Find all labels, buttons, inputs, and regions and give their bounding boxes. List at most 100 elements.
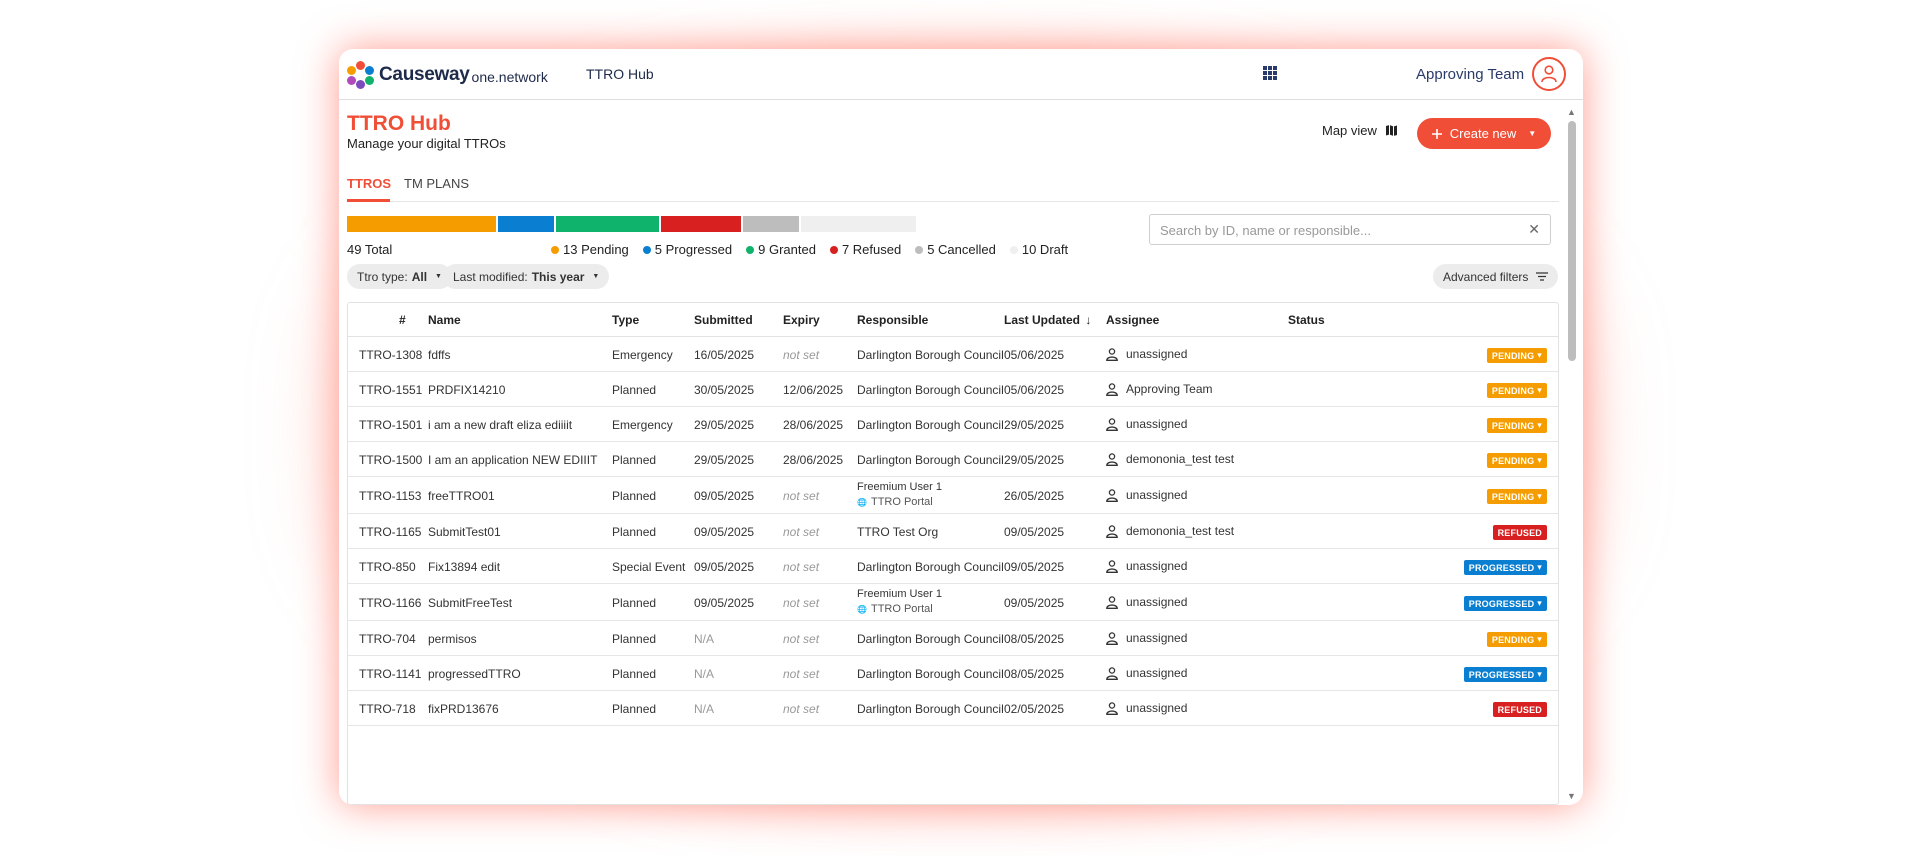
status-bar-segment[interactable] [556, 216, 659, 232]
cell-responsible: Darlington Borough Council [857, 383, 1004, 397]
assignee-name: demononia_test test [1126, 524, 1235, 538]
status-badge[interactable]: PENDING ▾ [1486, 489, 1547, 504]
column-header-status[interactable]: Status [1288, 313, 1325, 327]
column-header-id[interactable]: # [399, 313, 406, 327]
status-bar-segment[interactable] [661, 216, 741, 232]
cell-assignee[interactable]: unassigned [1106, 488, 1187, 503]
cell-submitted: 16/05/2025 [694, 348, 755, 362]
column-header-last-updated[interactable]: Last Updated ↓ [1004, 313, 1091, 327]
cell-id: TTRO-1551 [359, 383, 423, 397]
scroll-down-icon[interactable]: ▼ [1567, 791, 1576, 801]
legend-cancelled[interactable]: 5 Cancelled [915, 242, 996, 257]
chevron-down-icon: ▾ [1537, 350, 1542, 360]
chevron-down-icon: ▾ [1537, 598, 1542, 608]
status-badge[interactable]: PENDING ▾ [1486, 383, 1547, 398]
cell-assignee[interactable]: demononia_test test [1106, 452, 1234, 467]
column-header-assignee[interactable]: Assignee [1106, 313, 1159, 327]
user-icon [1106, 560, 1118, 574]
sort-arrow-icon[interactable]: ↓ [1085, 313, 1091, 327]
cell-assignee[interactable]: unassigned [1106, 417, 1187, 432]
status-badge[interactable]: PENDING ▾ [1486, 418, 1547, 433]
status-badge[interactable]: REFUSED [1492, 702, 1547, 717]
responsible-name: Darlington Borough Council [857, 702, 1004, 716]
status-bar-segment[interactable] [743, 216, 799, 232]
cell-id: TTRO-718 [359, 702, 416, 716]
status-badge[interactable]: REFUSED [1492, 525, 1547, 540]
table-row[interactable]: TTRO-1501 i am a new draft eliza ediiiit E… [348, 407, 1558, 442]
legend-progressed[interactable]: 5 Progressed [642, 242, 732, 257]
cell-last-updated: 08/05/2025 [1004, 632, 1065, 646]
table-row[interactable]: TTRO-1153 freeTTRO01 Planned 09/05/2025 not … [348, 477, 1558, 514]
cell-assignee[interactable]: unassigned [1106, 666, 1187, 681]
apps-grid-icon[interactable] [1263, 66, 1277, 80]
column-header-submitted[interactable]: Submitted [694, 313, 753, 327]
vertical-scrollbar[interactable]: ▲ ▼ [1565, 107, 1579, 803]
user-team-label[interactable]: Approving Team [1416, 66, 1524, 83]
status-bar-segment[interactable] [347, 216, 496, 232]
tab-ttros[interactable]: TTROS [347, 176, 391, 191]
search-box: ✕ [1149, 214, 1551, 245]
cell-assignee[interactable]: unassigned [1106, 559, 1187, 574]
cell-submitted: 09/05/2025 [694, 596, 755, 610]
legend-granted[interactable]: 9 Granted [746, 242, 816, 257]
user-icon [1106, 489, 1118, 503]
status-badge[interactable]: PROGRESSED ▾ [1463, 596, 1547, 611]
table-row[interactable]: TTRO-1551 PRDFIX14210 Planned 30/05/2025 12/… [348, 372, 1558, 407]
status-badge[interactable]: PROGRESSED ▾ [1463, 560, 1547, 575]
cell-assignee[interactable]: demononia_test test [1106, 524, 1235, 539]
status-badge[interactable]: PENDING ▾ [1486, 348, 1547, 363]
table-row[interactable]: TTRO-1166 SubmitFreeTest Planned 09/05/2025… [348, 584, 1558, 621]
user-icon [1541, 65, 1557, 83]
status-badge[interactable]: PROGRESSED ▾ [1463, 667, 1547, 682]
table-row[interactable]: TTRO-850 Fix13894 edit Special Event 09/05/… [348, 549, 1558, 584]
cell-name: progressedTTRO [428, 667, 521, 681]
advanced-filters-button[interactable]: Advanced filters [1433, 264, 1559, 289]
nav-link-ttro-hub[interactable]: TTRO Hub [586, 66, 654, 82]
status-badge[interactable]: PENDING ▾ [1486, 632, 1547, 647]
legend-draft[interactable]: 10 Draft [1009, 242, 1068, 257]
cell-assignee[interactable]: unassigned [1106, 347, 1187, 362]
map-view-button[interactable]: Map view [1322, 123, 1398, 138]
close-icon[interactable]: ✕ [1528, 221, 1540, 238]
avatar[interactable] [1532, 57, 1566, 91]
responsible-name: Darlington Borough Council [857, 418, 1004, 432]
cell-submitted: 29/05/2025 [694, 453, 755, 467]
table-row[interactable]: TTRO-1165 SubmitTest01 Planned 09/05/2025 no… [348, 514, 1558, 549]
legend-pending[interactable]: 13 Pending [551, 242, 629, 257]
table-row[interactable]: TTRO-1500 I am an application NEW EDIIIT P… [348, 442, 1558, 477]
column-header-responsible[interactable]: Responsible [857, 313, 928, 327]
cell-responsible: TTRO Test Org [857, 525, 938, 539]
cell-last-updated: 09/05/2025 [1004, 525, 1065, 539]
status-badge[interactable]: PENDING ▾ [1486, 453, 1547, 468]
status-bar-segment[interactable] [498, 216, 554, 232]
scrollbar-thumb[interactable] [1568, 121, 1576, 361]
cell-assignee[interactable]: unassigned [1106, 595, 1187, 610]
legend-refused[interactable]: 7 Refused [829, 242, 901, 257]
status-badge-label: REFUSED [1497, 527, 1542, 538]
ttro-table: # Name Type Submitted Expiry Responsible… [347, 302, 1559, 805]
table-row[interactable]: TTRO-1308 fdffs Emergency 16/05/2025 not set… [348, 337, 1558, 372]
cell-name: PRDFIX14210 [428, 383, 506, 397]
tabs: TTROS TM PLANS [347, 170, 1559, 202]
last-modified-filter[interactable]: Last modified: This year ▼ [443, 264, 610, 289]
cell-assignee[interactable]: Approving Team [1106, 382, 1213, 397]
tab-tm-plans[interactable]: TM PLANS [404, 176, 469, 191]
cell-assignee[interactable]: unassigned [1106, 701, 1187, 716]
column-header-type[interactable]: Type [612, 313, 639, 327]
ttro-type-filter[interactable]: Ttro type: All ▼ [347, 264, 452, 289]
create-new-button[interactable]: Create new ▼ [1417, 118, 1551, 149]
causeway-logo-icon [347, 61, 375, 89]
cell-name: permisos [428, 632, 477, 646]
chevron-down-icon: ▾ [1537, 634, 1542, 644]
logo[interactable]: Causeway one.network [347, 61, 548, 89]
column-header-name[interactable]: Name [428, 313, 461, 327]
table-row[interactable]: TTRO-704 permisos Planned N/A not set Darling… [348, 621, 1558, 656]
cell-assignee[interactable]: unassigned [1106, 631, 1187, 646]
scroll-up-icon[interactable]: ▲ [1567, 107, 1576, 117]
search-input[interactable] [1160, 221, 1510, 239]
status-bar-segment[interactable] [801, 216, 916, 232]
responsible-sub: 🌐 TTRO Portal [857, 496, 942, 508]
table-row[interactable]: TTRO-1141 progressedTTRO Planned N/A not set… [348, 656, 1558, 691]
column-header-expiry[interactable]: Expiry [783, 313, 820, 327]
table-row[interactable]: TTRO-718 fixPRD13676 Planned N/A not set Darl… [348, 691, 1558, 726]
